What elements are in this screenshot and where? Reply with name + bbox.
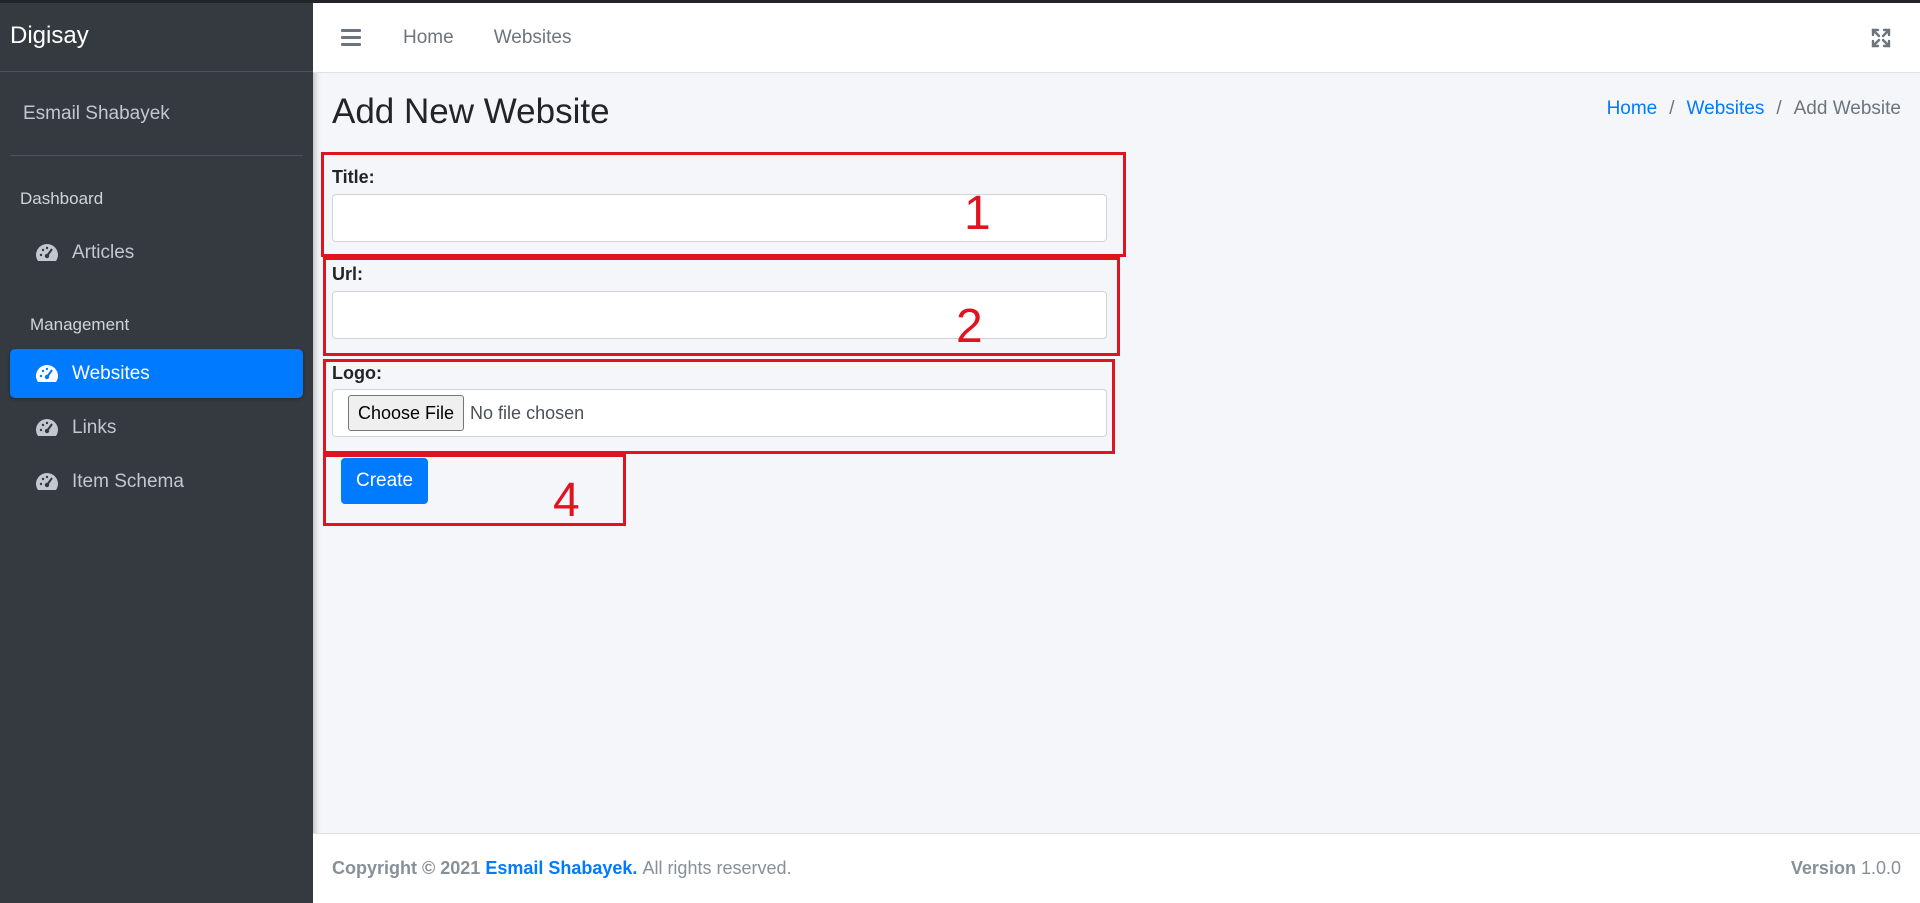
tachometer-icon — [34, 471, 60, 493]
sidebar: Digisay Esmail Shabayek Dashboard Articl… — [0, 0, 313, 903]
bars-icon[interactable] — [341, 29, 361, 46]
version-label: Version — [1790, 858, 1856, 878]
top-navbar: Home Websites — [313, 3, 1920, 73]
annotation-box-1 — [321, 152, 1126, 257]
breadcrumb-separator: / — [1669, 98, 1675, 119]
tachometer-icon — [34, 417, 60, 439]
nav-header-dashboard: Dashboard — [20, 189, 104, 208]
breadcrumb-current: Add Website — [1793, 98, 1901, 119]
version-value: 1.0.0 — [1860, 858, 1901, 878]
annotation-number-4: 4 — [553, 474, 580, 527]
annotation-number-1: 1 — [964, 187, 991, 240]
footer: Copyright © 2021 Esmail Shabayek. All ri… — [313, 833, 1920, 903]
sidebar-item-label: Item Schema — [72, 471, 184, 492]
breadcrumb-separator: / — [1776, 98, 1782, 119]
sidebar-item-label: Websites — [72, 363, 150, 384]
sidebar-item-links[interactable]: Links — [10, 403, 303, 452]
sidebar-item-label: Links — [72, 417, 117, 438]
footer-version: Version 1.0.0 — [1791, 858, 1901, 879]
page-title: Add New Website — [332, 92, 610, 131]
breadcrumb: Home / Websites / Add Website — [1607, 98, 1901, 120]
brand-link[interactable]: Digisay — [0, 0, 313, 72]
user-name: Esmail Shabayek — [23, 102, 170, 124]
footer-rights: All rights reserved. — [642, 858, 792, 878]
navbar-link-websites[interactable]: Websites — [494, 27, 572, 49]
annotation-box-2 — [323, 257, 1120, 356]
expand-icon[interactable] — [1870, 27, 1892, 49]
footer-copyright: Copyright © 2021 — [332, 858, 481, 878]
annotation-number-2: 2 — [956, 300, 983, 353]
navbar-link-home[interactable]: Home — [403, 27, 454, 49]
sidebar-item-label: Articles — [72, 242, 135, 263]
footer-owner-link[interactable]: Esmail Shabayek. — [485, 858, 637, 879]
annotation-box-3 — [323, 359, 1115, 454]
annotation-box-4 — [323, 454, 626, 526]
sidebar-item-item-schema[interactable]: Item Schema — [10, 457, 303, 506]
tachometer-icon — [34, 242, 60, 264]
sidebar-item-websites[interactable]: Websites — [10, 349, 303, 398]
brand-text: Digisay — [10, 21, 89, 49]
sidebar-item-articles[interactable]: Articles — [10, 228, 303, 277]
top-border-line — [0, 0, 1920, 3]
user-panel[interactable]: Esmail Shabayek — [10, 72, 303, 156]
breadcrumb-home[interactable]: Home — [1607, 98, 1658, 120]
breadcrumb-websites[interactable]: Websites — [1687, 98, 1765, 120]
tachometer-icon — [34, 363, 60, 385]
nav-header-management: Management — [30, 315, 130, 334]
